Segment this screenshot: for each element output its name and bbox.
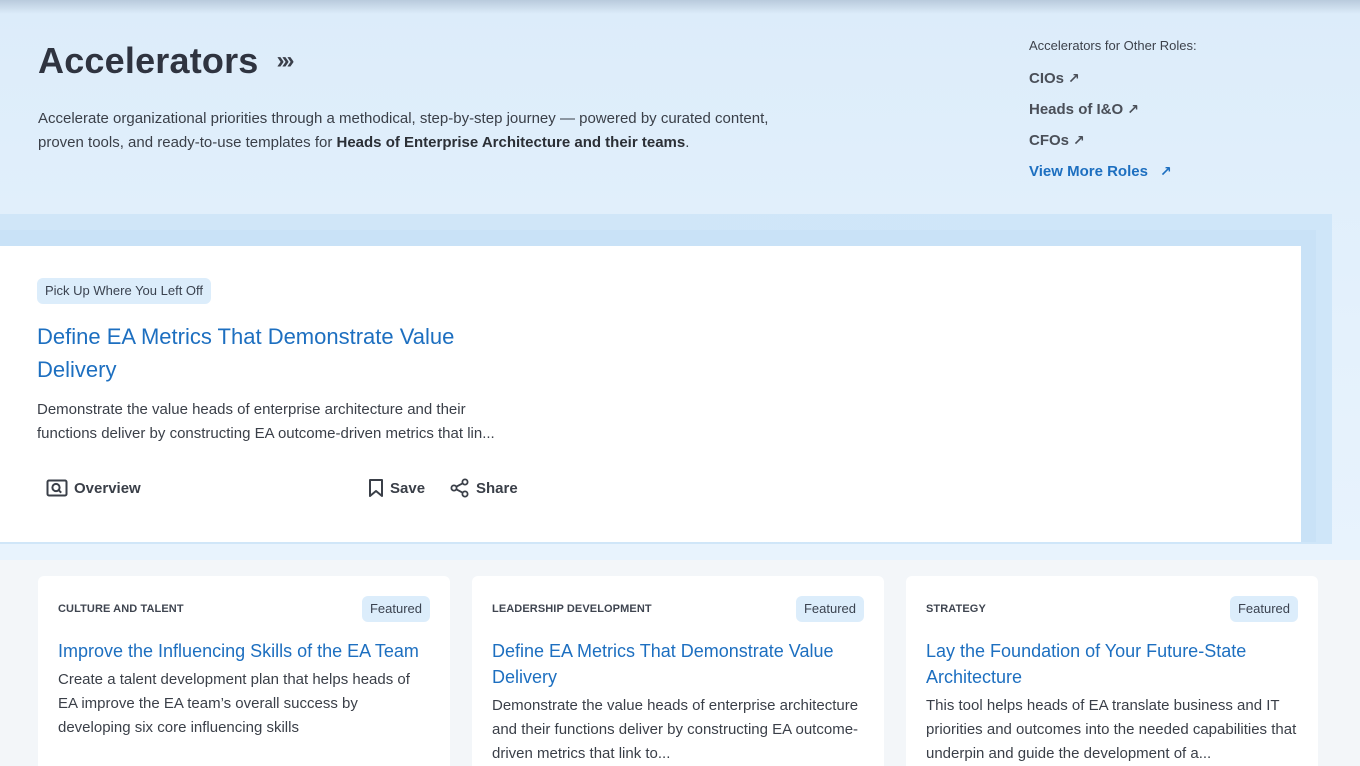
- arrow-up-right-icon: ↗: [1068, 70, 1080, 86]
- chevrons-right-icon: ›››: [276, 47, 295, 74]
- overview-icon: [46, 479, 68, 497]
- share-icon: [450, 478, 469, 498]
- featured-badge: Featured: [361, 596, 430, 622]
- card-description: Create a talent development plan that he…: [58, 671, 410, 736]
- other-roles-heading: Accelerators for Other Roles:: [1029, 38, 1197, 53]
- intro-text: Accelerate organizational priorities thr…: [38, 110, 769, 151]
- card-category: CULTURE AND TALENT: [58, 603, 184, 615]
- card-category: LEADERSHIP DEVELOPMENT: [492, 603, 652, 615]
- overview-button[interactable]: Overview: [46, 476, 141, 500]
- role-link-cfos[interactable]: CFOs ↗: [1029, 125, 1197, 156]
- arrow-up-right-icon: ↗: [1073, 132, 1085, 148]
- resume-pill: Pick Up Where You Left Off: [37, 278, 212, 304]
- card-description: This tool helps heads of EA translate bu…: [926, 697, 1297, 762]
- save-button[interactable]: Save: [368, 476, 425, 500]
- other-roles: Accelerators for Other Roles: CIOs ↗ Head…: [1029, 38, 1197, 187]
- accelerator-card[interactable]: LEADERSHIP DEVELOPMENT Featured Define E…: [472, 576, 884, 766]
- page-title: Accelerators: [38, 40, 259, 81]
- accelerator-card[interactable]: CULTURE AND TALENT Featured Improve the …: [38, 576, 450, 766]
- role-link-heads-io[interactable]: Heads of I&O ↗: [1029, 94, 1197, 125]
- card-title-link[interactable]: Improve the Influencing Skills of the EA…: [58, 638, 433, 664]
- accelerator-card[interactable]: STRATEGY Featured Lay the Foundation of …: [906, 576, 1318, 766]
- title-row: Accelerators ›››: [38, 40, 295, 82]
- arrow-up-right-icon: ↗: [1159, 163, 1172, 179]
- bookmark-icon: [369, 479, 383, 497]
- card-title-link[interactable]: Define EA Metrics That Demonstrate Value…: [492, 638, 867, 690]
- resume-title-link[interactable]: Define EA Metrics That Demonstrate Value…: [37, 320, 527, 386]
- featured-badge: Featured: [1229, 596, 1298, 622]
- resume-description: Demonstrate the value heads of enterpris…: [37, 401, 495, 442]
- share-button[interactable]: Share: [450, 476, 518, 500]
- card-title-link[interactable]: Lay the Foundation of Your Future-State …: [926, 638, 1301, 690]
- role-link-cios[interactable]: CIOs ↗: [1029, 63, 1197, 94]
- card-category: STRATEGY: [926, 603, 986, 615]
- view-more-roles-link[interactable]: View More Roles ↗: [1029, 156, 1197, 187]
- intro-bold: Heads of Enterprise Architecture and the…: [336, 134, 686, 151]
- top-shadow: [0, 0, 1360, 14]
- featured-badge: Featured: [795, 596, 864, 622]
- arrow-up-right-icon: ↗: [1127, 101, 1139, 117]
- card-description: Demonstrate the value heads of enterpris…: [492, 697, 859, 762]
